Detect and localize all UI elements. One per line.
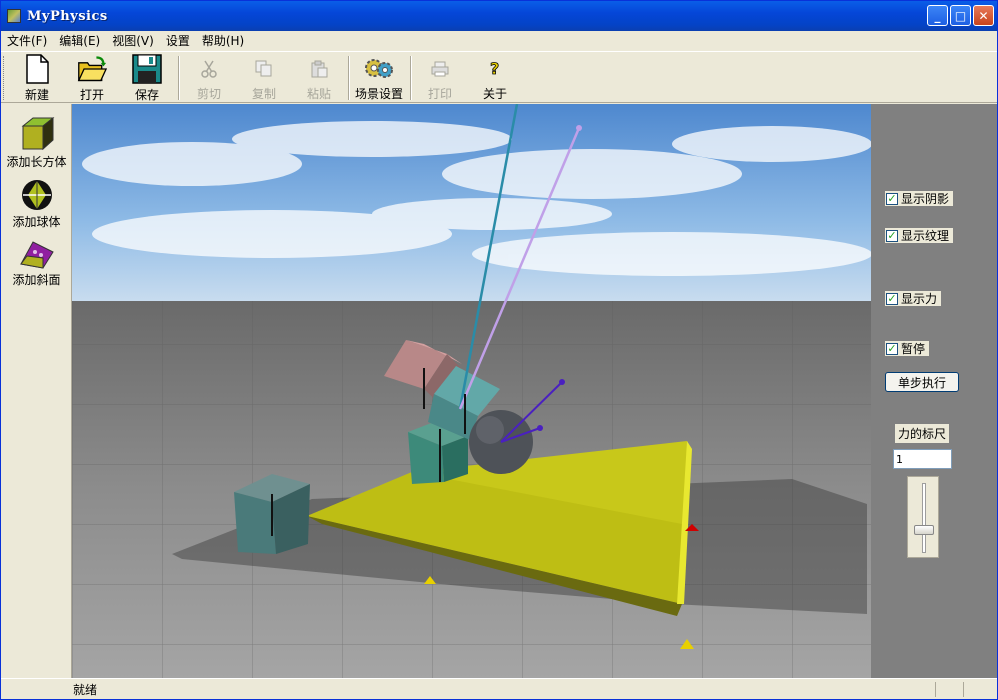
toolbar-separator	[348, 56, 350, 100]
menu-view[interactable]: 视图(V)	[106, 32, 160, 49]
menu-settings[interactable]: 设置	[160, 32, 196, 49]
window-title: MyPhysics	[27, 8, 108, 24]
force-arrowhead	[576, 125, 582, 131]
show-force-label: 显示力	[901, 292, 938, 306]
add-box-button[interactable]: 添加长方体	[1, 116, 72, 170]
add-slope-label: 添加斜面	[12, 273, 61, 287]
app-window: MyPhysics _ □ ✕ 文件(F) 编辑(E) 视图(V) 设置 帮助(…	[0, 0, 998, 700]
scissors-icon	[194, 54, 224, 83]
sphere-icon	[21, 180, 52, 210]
slope-icon	[19, 241, 54, 269]
gears-icon	[364, 54, 394, 83]
force-scale-input[interactable]: 1	[893, 449, 952, 469]
cube-icon	[21, 116, 54, 151]
cut-label: 剪切	[196, 87, 221, 101]
check-icon: ✓	[886, 292, 898, 305]
copy-button[interactable]: 复制	[237, 54, 291, 102]
force-scale-slider[interactable]	[907, 476, 939, 558]
slider-thumb[interactable]	[914, 525, 934, 535]
force-scale-label: 力的标尺	[895, 424, 950, 443]
paste-clipboard-icon	[304, 54, 334, 83]
show-shadow-checkbox[interactable]: ✓ 显示阴影	[885, 191, 954, 206]
open-label: 打开	[79, 88, 104, 102]
menu-edit[interactable]: 编辑(E)	[53, 32, 106, 49]
print-label: 打印	[427, 87, 452, 101]
status-text: 就绪	[73, 682, 98, 697]
control-panel: ✓ 显示阴影 ✓ 显示纹理 ✓ 显示力 ✓ 暂停 单步执行 力的标尺 1	[871, 104, 997, 678]
floppy-disk-icon	[132, 54, 162, 84]
show-texture-label: 显示纹理	[901, 229, 950, 243]
check-icon: ✓	[886, 229, 898, 242]
show-texture-checkbox[interactable]: ✓ 显示纹理	[885, 228, 954, 243]
svg-text:?: ?	[490, 59, 499, 78]
maximize-button[interactable]: □	[950, 5, 971, 26]
help-question-icon: ?	[480, 54, 510, 83]
paste-label: 粘贴	[306, 87, 331, 101]
scene-settings-button[interactable]: 场景设置	[352, 54, 406, 102]
print-button[interactable]: 打印	[413, 54, 467, 102]
new-document-icon	[22, 54, 52, 84]
copy-label: 复制	[251, 87, 276, 101]
check-icon: ✓	[886, 192, 898, 205]
save-label: 保存	[134, 88, 159, 102]
menu-file[interactable]: 文件(F)	[1, 32, 53, 49]
toolbar-separator	[410, 56, 412, 100]
app-icon	[7, 9, 21, 23]
sphere-highlight	[476, 416, 504, 444]
cut-button[interactable]: 剪切	[182, 54, 236, 102]
toolbar-grip[interactable]	[3, 56, 7, 100]
minimize-button[interactable]: _	[927, 5, 948, 26]
status-pane	[963, 682, 964, 697]
toolbar: 新建 打开 保存 剪切 复制 粘贴 场景设置 打印 ? 关于	[1, 51, 997, 103]
slider-track	[922, 483, 926, 553]
show-shadow-label: 显示阴影	[901, 192, 950, 206]
check-icon: ✓	[886, 342, 898, 355]
force-arrowhead	[537, 425, 543, 431]
add-slope-button[interactable]: 添加斜面	[1, 238, 72, 288]
status-bar: 就绪	[1, 678, 997, 699]
title-bar[interactable]: MyPhysics _ □ ✕	[1, 1, 997, 31]
save-button[interactable]: 保存	[120, 54, 174, 102]
toolbar-separator	[178, 56, 180, 100]
new-label: 新建	[24, 88, 49, 102]
add-box-label: 添加长方体	[6, 155, 67, 169]
pause-label: 暂停	[901, 342, 926, 356]
status-pane	[935, 682, 936, 697]
open-folder-icon	[77, 54, 107, 84]
menu-bar: 文件(F) 编辑(E) 视图(V) 设置 帮助(H)	[1, 31, 997, 50]
paste-button[interactable]: 粘贴	[292, 54, 346, 102]
menu-help[interactable]: 帮助(H)	[196, 32, 250, 49]
scene-render	[72, 104, 871, 678]
force-arrowhead	[559, 379, 565, 385]
add-sphere-label: 添加球体	[12, 215, 61, 229]
open-button[interactable]: 打开	[65, 54, 119, 102]
show-force-checkbox[interactable]: ✓ 显示力	[885, 291, 942, 306]
object-palette: 添加长方体 添加球体 添加斜面	[1, 104, 72, 678]
scene-settings-label: 场景设置	[354, 87, 403, 101]
new-button[interactable]: 新建	[10, 54, 64, 102]
about-label: 关于	[482, 87, 507, 101]
add-sphere-button[interactable]: 添加球体	[1, 178, 72, 230]
about-button[interactable]: ? 关于	[468, 54, 522, 102]
printer-icon	[425, 54, 455, 83]
close-button[interactable]: ✕	[973, 5, 994, 26]
pause-checkbox[interactable]: ✓ 暂停	[885, 341, 930, 356]
scene-viewport[interactable]	[72, 104, 871, 678]
copy-icon	[249, 54, 279, 83]
step-button[interactable]: 单步执行	[885, 372, 959, 392]
